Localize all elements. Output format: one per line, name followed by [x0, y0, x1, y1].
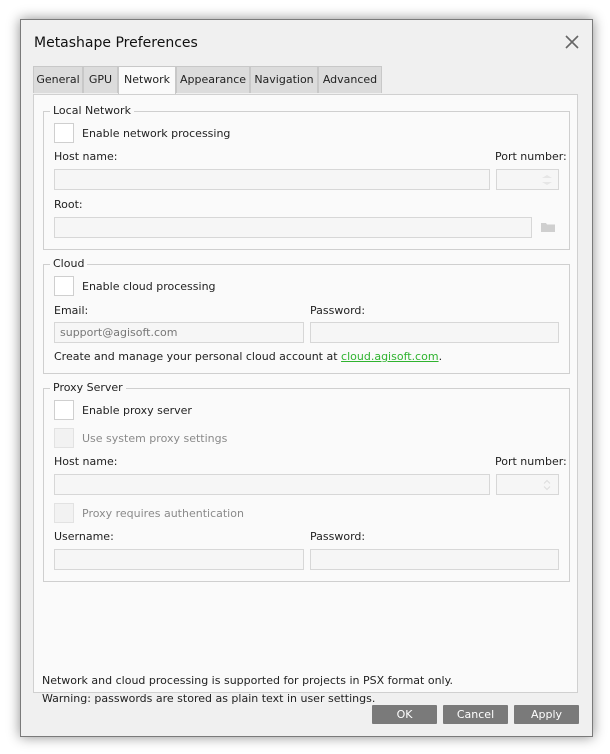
close-icon[interactable]: [563, 33, 581, 51]
port-number-label: Port number:: [495, 150, 567, 163]
system-proxy-checkbox[interactable]: [54, 428, 74, 448]
spin-arrows-icon[interactable]: [540, 479, 554, 491]
proxy-host-input[interactable]: [54, 474, 490, 495]
system-proxy-label: Use system proxy settings: [82, 432, 228, 445]
dialog-title: Metashape Preferences: [34, 35, 198, 51]
port-number-input[interactable]: [496, 169, 559, 190]
cloud-password-label: Password:: [310, 304, 366, 317]
proxy-server-group: Proxy Server Enable proxy server Use sys…: [43, 381, 570, 582]
proxy-port-input[interactable]: [496, 474, 559, 495]
enable-proxy-label: Enable proxy server: [82, 404, 192, 417]
local-network-legend: Local Network: [50, 104, 134, 117]
tab-navigation[interactable]: Navigation: [250, 66, 318, 93]
proxy-password-label: Password:: [310, 530, 366, 543]
enable-proxy-checkbox[interactable]: [54, 400, 74, 420]
cancel-button[interactable]: Cancel: [443, 705, 508, 724]
support-note: Network and cloud processing is supporte…: [42, 674, 454, 687]
proxy-host-label: Host name:: [54, 455, 118, 468]
email-label: Email:: [54, 304, 89, 317]
enable-network-checkbox[interactable]: [54, 123, 74, 143]
cloud-legend: Cloud: [50, 257, 88, 270]
tab-advanced[interactable]: Advanced: [318, 66, 382, 93]
enable-cloud-checkbox[interactable]: [54, 276, 74, 296]
enable-cloud-label: Enable cloud processing: [82, 280, 216, 293]
apply-button[interactable]: Apply: [514, 705, 579, 724]
proxy-password-input[interactable]: [310, 549, 559, 570]
tab-appearance[interactable]: Appearance: [176, 66, 250, 93]
username-input[interactable]: [54, 549, 304, 570]
root-input[interactable]: [54, 217, 532, 238]
ok-button[interactable]: OK: [372, 705, 437, 724]
folder-icon[interactable]: [540, 221, 556, 233]
proxy-auth-label: Proxy requires authentication: [82, 507, 244, 520]
local-network-group: Local Network Enable network processing …: [43, 104, 570, 250]
proxy-port-label: Port number:: [495, 455, 567, 468]
root-label: Root:: [54, 198, 83, 211]
preferences-dialog: Metashape Preferences General GPU Networ…: [20, 19, 593, 737]
tab-gpu[interactable]: GPU: [83, 66, 118, 93]
spin-arrows-icon[interactable]: [540, 174, 554, 186]
tab-general[interactable]: General: [33, 66, 83, 93]
cloud-link[interactable]: cloud.agisoft.com: [341, 350, 439, 363]
email-input[interactable]: support@agisoft.com: [54, 322, 304, 343]
proxy-auth-checkbox[interactable]: [54, 503, 74, 523]
password-warning: Warning: passwords are stored as plain t…: [42, 692, 376, 705]
proxy-legend: Proxy Server: [50, 381, 126, 394]
host-name-label: Host name:: [54, 150, 118, 163]
enable-network-label: Enable network processing: [82, 127, 231, 140]
cloud-info-prefix: Create and manage your personal cloud ac…: [54, 350, 342, 363]
cloud-info-end: .: [438, 350, 443, 363]
host-name-input[interactable]: [54, 169, 490, 190]
cloud-group: Cloud Enable cloud processing Email: Pas…: [43, 257, 570, 374]
network-tab-pane: Local Network Enable network processing …: [33, 94, 578, 705]
username-label: Username:: [54, 530, 114, 543]
cloud-password-input[interactable]: [310, 322, 559, 343]
tab-network[interactable]: Network: [118, 66, 176, 95]
cloud-info-text: Create and manage your personal cloud ac…: [54, 350, 442, 363]
